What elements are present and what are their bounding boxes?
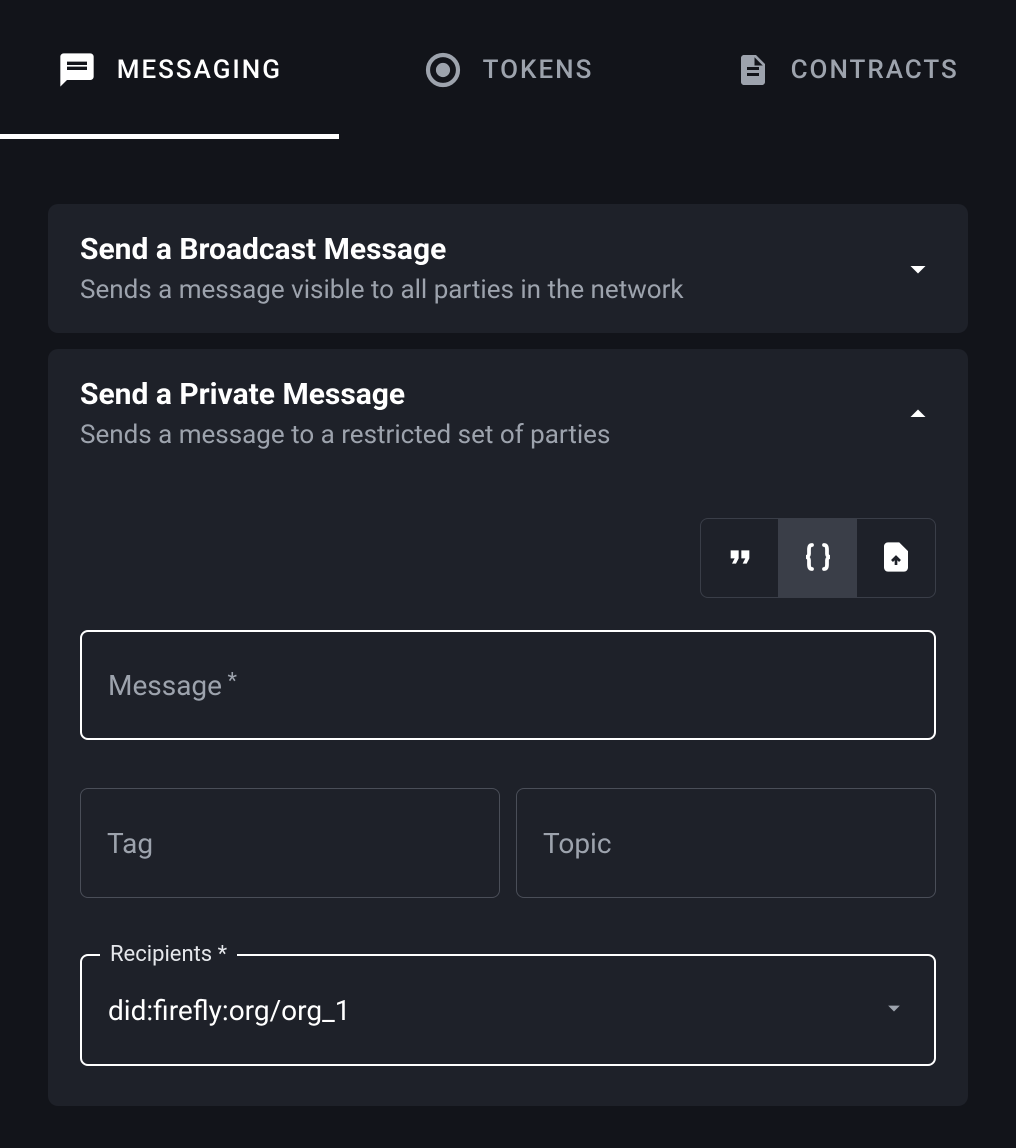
- chevron-up-icon: [900, 396, 936, 432]
- contract-icon: [735, 52, 771, 88]
- topic-field[interactable]: Topic: [516, 788, 936, 898]
- panel-subtitle: Sends a message to a restricted set of p…: [80, 420, 610, 450]
- tab-tokens[interactable]: TOKENS: [339, 0, 678, 139]
- panel-header-text: Send a Private Message Sends a message t…: [80, 377, 610, 450]
- tag-field[interactable]: Tag: [80, 788, 500, 898]
- format-file-button[interactable]: [857, 519, 935, 597]
- private-panel-body: Message Tag Topic Recipients did:firefly…: [48, 518, 968, 1106]
- panel-header-text: Send a Broadcast Message Sends a message…: [80, 232, 684, 305]
- json-braces-icon: [800, 539, 836, 578]
- dropdown-arrow-icon: [880, 994, 908, 1026]
- content-area: Send a Broadcast Message Sends a message…: [0, 140, 1016, 1106]
- panel-subtitle: Sends a message visible to all parties i…: [80, 275, 684, 305]
- quote-icon: [724, 541, 756, 576]
- field-label: Topic: [543, 827, 612, 860]
- token-icon: [423, 50, 463, 90]
- tabs-bar: MESSAGING TOKENS CONTRACTS: [0, 0, 1016, 140]
- select-label: Recipients: [100, 942, 237, 967]
- field-label: Tag: [107, 827, 153, 860]
- private-panel: Send a Private Message Sends a message t…: [48, 349, 968, 1106]
- format-quote-button[interactable]: [701, 519, 779, 597]
- tab-messaging[interactable]: MESSAGING: [0, 0, 339, 139]
- recipients-select[interactable]: Recipients did:firefly:org/org_1: [80, 954, 936, 1066]
- broadcast-panel-header[interactable]: Send a Broadcast Message Sends a message…: [48, 204, 968, 333]
- format-toggle-row: [80, 518, 936, 598]
- panel-title: Send a Broadcast Message: [80, 232, 684, 267]
- message-field[interactable]: Message: [80, 630, 936, 740]
- tab-label: CONTRACTS: [791, 55, 959, 85]
- chevron-down-icon: [900, 251, 936, 287]
- tab-label: TOKENS: [483, 55, 594, 85]
- file-upload-icon: [880, 541, 912, 576]
- format-toggle-group: [700, 518, 936, 598]
- tag-topic-row: Tag Topic: [80, 788, 936, 898]
- private-panel-header[interactable]: Send a Private Message Sends a message t…: [48, 349, 968, 478]
- format-json-button[interactable]: [779, 519, 857, 597]
- message-icon: [57, 50, 97, 90]
- broadcast-panel: Send a Broadcast Message Sends a message…: [48, 204, 968, 333]
- panel-title: Send a Private Message: [80, 377, 610, 412]
- tab-contracts[interactable]: CONTRACTS: [677, 0, 1016, 139]
- field-label: Message: [108, 669, 237, 702]
- select-value: did:firefly:org/org_1: [108, 994, 880, 1027]
- tab-label: MESSAGING: [117, 55, 282, 85]
